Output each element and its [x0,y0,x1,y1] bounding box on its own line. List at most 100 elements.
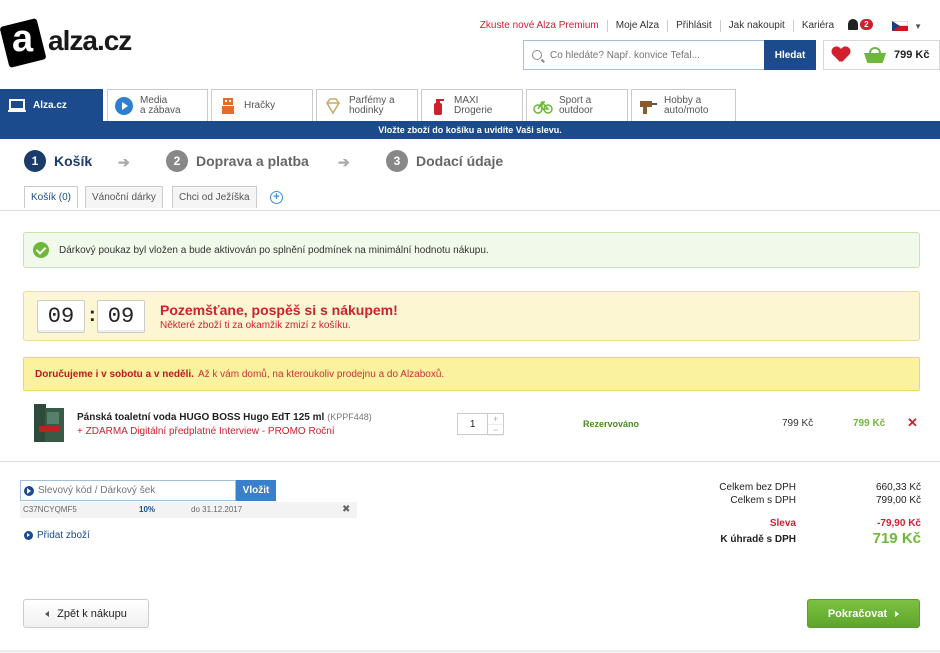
divider [0,210,940,211]
timer-seconds: 09 [97,300,145,333]
top-links: Zkuste nové Alza Premium Moje Alza Přihl… [472,19,922,33]
tab-hobby[interactable]: Hobby a auto/moto [631,89,736,121]
delivery-alert-bold: Doručujeme i v sobotu a v neděli. [35,368,194,380]
quantity-value[interactable]: 1 [458,414,487,434]
add-tab-icon[interactable]: + [270,191,283,204]
cart-widget[interactable]: 799 Kč [823,40,940,70]
search-input[interactable] [550,49,750,61]
quantity-stepper[interactable]: 1 + − [457,413,504,436]
spray-bottle-icon [434,98,444,115]
delivery-alert-text: Až k vám domů, na kteroukoliv prodejnu a… [197,368,445,380]
bicycle-icon [533,100,553,114]
search-button[interactable]: Hledat [764,40,816,70]
product-image[interactable] [33,404,65,444]
diamond-icon [326,97,340,114]
logo-wordmark[interactable]: alza.cz [48,25,132,56]
step-number: 2 [166,150,188,172]
coupon-valid: do 31.12.2017 [191,505,243,514]
tab-sport[interactable]: Sport a outdoor [526,89,628,121]
total-price: 799 Kč [853,418,886,429]
continue-button-label: Pokračovat [827,607,888,620]
tab-perfumes[interactable]: Parfémy a hodinky [316,89,418,121]
chevron-down-icon[interactable]: ▼ [914,22,922,31]
tab-alza[interactable]: Alza.cz [0,89,103,121]
logo-tld: .cz [96,25,132,56]
apply-coupon-button[interactable]: Vložit [236,480,276,501]
summary-discount-value: -79,90 Kč [877,518,921,529]
coupon-discount: 10% [139,505,156,514]
tab-drogerie[interactable]: MAXI Drogerie [421,89,523,121]
step-number: 3 [386,150,408,172]
product-gift[interactable]: + ZDARMA Digitální předplatné Interview … [77,426,335,437]
link-how-to-buy[interactable]: Jak nakoupit [721,20,794,32]
remove-icon[interactable]: ✕ [907,415,918,431]
chevron-right-icon [24,531,33,540]
summary-without-vat-value: 660,33 Kč [875,482,921,493]
promo-bar: Vložte zboží do košíku a uvidíte Vaši sl… [0,121,940,139]
link-my-alza[interactable]: Moje Alza [608,20,669,32]
search-icon [532,50,542,60]
product-name[interactable]: Pánská toaletní voda HUGO BOSS Hugo EdT … [77,412,372,423]
back-button-label: Zpět k nákupu [57,607,127,620]
summary-discount-label: Sleva [769,518,796,529]
step-label: Košík [54,153,93,169]
cart-tab-main[interactable]: Košík (0) [24,186,79,208]
drill-icon [640,100,657,114]
step-address[interactable]: 3 Dodací údaje [386,150,503,172]
coupon-code: C37NCYQMF5 [23,505,77,514]
step-number: 1 [24,150,46,172]
summary-without-vat-label: Celkem bez DPH [719,482,796,493]
coupon-box [20,480,236,501]
tab-label: MAXI Drogerie [454,94,493,116]
tab-label: Hračky [244,99,276,111]
step-label: Doprava a platba [196,153,309,169]
delivery-alert: Doručujeme i v sobotu a v neděli. Až k v… [23,357,920,391]
notification-count: 2 [860,19,873,30]
applied-coupon-row: C37NCYQMF5 10% do 31.12.2017 ✖ [20,502,357,518]
arrow-right-icon: ➔ [118,154,130,170]
back-to-shopping-button[interactable]: Zpět k nákupu [23,599,149,628]
summary-with-vat-label: Celkem s DPH [730,495,796,506]
timer-alert: 09 : 09 Pozemšťane, pospěš si s nákupem!… [23,291,920,341]
remove-coupon-icon[interactable]: ✖ [342,504,350,515]
tab-label: Sport a outdoor [559,94,593,116]
step-label: Dodací údaje [416,153,504,169]
play-icon [115,96,133,115]
product-code: (KPPF448) [327,412,372,422]
add-item-label: Přidat zboží [37,530,90,541]
voucher-alert-text: Dárkový poukaz byl vložen a bude aktivov… [59,244,489,256]
czech-flag-icon[interactable] [892,21,909,31]
chevron-right-icon [24,485,34,496]
tab-label: Parfémy a hodinky [349,94,395,116]
chevron-right-icon [895,610,900,617]
add-item-link[interactable]: Přidat zboží [24,530,90,541]
tab-media[interactable]: Media a zábava [107,89,208,121]
notifications-button[interactable]: 2 [848,19,876,33]
continue-button[interactable]: Pokračovat [807,599,920,628]
link-login[interactable]: Přihlásit [668,20,721,32]
arrow-right-icon: ➔ [338,154,350,170]
link-career[interactable]: Kariéra [794,20,842,32]
step-delivery[interactable]: 2 Doprava a platba [166,150,309,172]
summary-to-pay-label: K úhradě s DPH [720,534,796,545]
step-cart[interactable]: 1 Košík [24,150,92,172]
summary-to-pay-value: 719 Kč [872,530,921,547]
plus-icon[interactable]: + [488,414,503,425]
timer-colon: : [89,304,96,326]
cart-tab-wishlist[interactable]: Chci od Ježíška [172,186,257,208]
tab-toys[interactable]: Hračky [211,89,313,121]
robot-icon [222,97,234,114]
logo-letter: a [12,18,34,60]
voucher-alert: Dárkový poukaz byl vložen a bude aktivov… [23,232,920,268]
search-box [523,40,764,70]
unit-price: 799 Kč [782,418,814,429]
tab-label: Hobby a auto/moto [664,94,709,116]
link-premium[interactable]: Zkuste nové Alza Premium [472,20,608,32]
tab-label: Media a zábava [140,94,181,116]
checkout-steps: 1 Košík ➔ 2 Doprava a platba ➔ 3 Dodací … [0,139,940,211]
cart-tab-christmas[interactable]: Vánoční dárky [85,186,163,208]
coupon-input[interactable] [38,485,228,496]
minus-icon[interactable]: − [488,425,503,436]
divider [0,461,940,462]
heart-icon[interactable] [832,47,850,63]
